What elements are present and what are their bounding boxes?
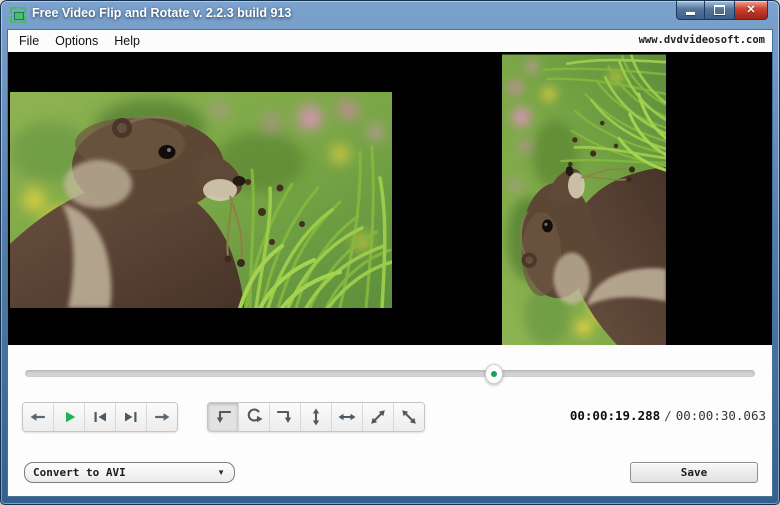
- total-time: 00:00:30.063: [676, 408, 766, 423]
- close-icon: ✕: [746, 5, 755, 16]
- website-label: www.dvdvideosoft.com: [639, 34, 765, 46]
- flip-antidiagonal-icon: [397, 405, 421, 429]
- menu-file[interactable]: File: [11, 31, 47, 51]
- maximize-icon: [714, 5, 725, 15]
- client-area: File Options Help www.dvdvideosoft.com: [7, 29, 773, 497]
- jump-back-icon: [26, 405, 50, 429]
- menu-options[interactable]: Options: [47, 31, 106, 51]
- flip-horizontal-icon: [335, 405, 359, 429]
- rotate-180-button[interactable]: [239, 403, 270, 431]
- play-button[interactable]: [54, 403, 85, 431]
- flip-vertical-icon: [304, 405, 328, 429]
- jump-forward-button[interactable]: [147, 403, 177, 431]
- seek-slider-thumb[interactable]: [485, 364, 503, 384]
- close-button[interactable]: ✕: [734, 1, 768, 20]
- rotate-left-90-button[interactable]: [208, 403, 239, 431]
- output-format-value: Convert to AVI: [33, 466, 217, 479]
- app-window: Free Video Flip and Rotate v. 2.2.3 buil…: [0, 0, 780, 505]
- app-icon: [10, 7, 26, 23]
- seek-slider-track[interactable]: [25, 370, 755, 377]
- play-icon: [57, 405, 81, 429]
- seek-slider-thumb-dot: [491, 371, 497, 377]
- menu-bar: File Options Help www.dvdvideosoft.com: [8, 30, 772, 52]
- next-frame-button[interactable]: [116, 403, 147, 431]
- menu-help[interactable]: Help: [106, 31, 148, 51]
- jump-forward-icon: [150, 405, 174, 429]
- next-frame-icon: [119, 405, 143, 429]
- flip-horizontal-button[interactable]: [332, 403, 363, 431]
- video-panel: [8, 52, 772, 345]
- save-button[interactable]: Save: [630, 462, 758, 483]
- transport-button-group: [22, 402, 178, 432]
- title-bar[interactable]: Free Video Flip and Rotate v. 2.2.3 buil…: [1, 1, 779, 29]
- flip-diagonal-icon: [366, 405, 390, 429]
- transform-button-group: [207, 402, 425, 432]
- rotate-right-90-button[interactable]: [270, 403, 301, 431]
- time-separator: /: [664, 408, 672, 423]
- output-format-select[interactable]: Convert to AVI ▼: [24, 462, 235, 483]
- rotate-180-icon: [242, 405, 266, 429]
- flip-vertical-button[interactable]: [301, 403, 332, 431]
- previous-frame-icon: [88, 405, 112, 429]
- maximize-button[interactable]: [705, 1, 734, 20]
- window-title: Free Video Flip and Rotate v. 2.2.3 buil…: [32, 6, 291, 20]
- current-time: 00:00:19.288: [570, 408, 660, 423]
- time-display: 00:00:19.288 / 00:00:30.063: [570, 408, 766, 423]
- seek-slider[interactable]: [25, 364, 755, 384]
- video-preview-original: [10, 92, 392, 308]
- minimize-button[interactable]: [676, 1, 705, 20]
- flip-diagonal-button[interactable]: [363, 403, 394, 431]
- controls-area: 00:00:19.288 / 00:00:30.063 Convert to AVI…: [8, 345, 772, 497]
- rotate-left-90-icon: [211, 405, 235, 429]
- previous-frame-button[interactable]: [85, 403, 116, 431]
- rotate-right-90-icon: [273, 405, 297, 429]
- jump-back-button[interactable]: [23, 403, 54, 431]
- minimize-icon: [686, 12, 695, 15]
- video-preview-transformed: [502, 54, 666, 345]
- flip-antidiagonal-button[interactable]: [394, 403, 424, 431]
- chevron-down-icon: ▼: [217, 468, 225, 477]
- footer-row: Convert to AVI ▼ Save: [8, 462, 772, 484]
